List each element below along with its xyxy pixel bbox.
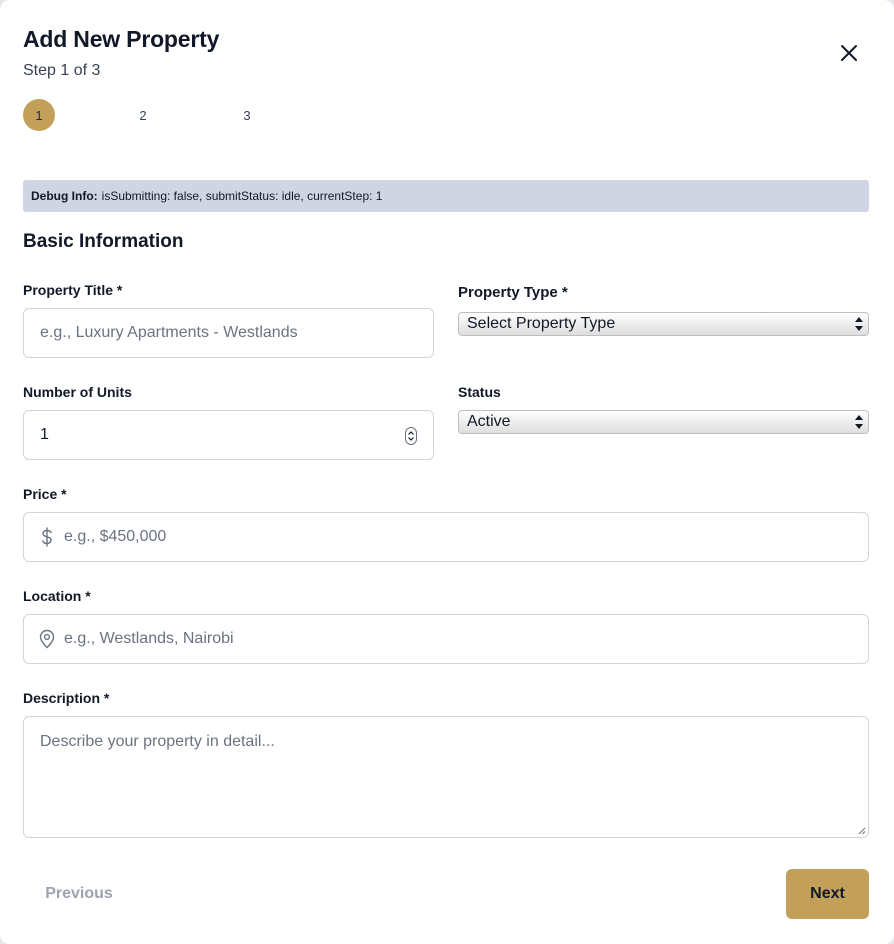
description-placeholder: Describe your property in detail... — [40, 733, 275, 750]
map-pin-icon — [39, 629, 55, 649]
close-button[interactable] — [834, 38, 864, 68]
step-1[interactable]: 1 — [23, 99, 55, 131]
add-property-modal: Add New Property Step 1 of 3 1 2 3 Debug… — [0, 0, 894, 944]
stepper-icon[interactable] — [405, 427, 417, 445]
resize-grip-icon[interactable] — [857, 826, 866, 835]
debug-label: Debug Info: — [31, 189, 98, 203]
units-label: Number of Units — [23, 384, 132, 400]
property-title-label: Property Title * — [23, 282, 123, 298]
property-type-label: Property Type * — [458, 284, 568, 301]
modal-title: Add New Property — [23, 26, 220, 52]
step-3[interactable]: 3 — [231, 99, 263, 131]
dollar-icon — [42, 527, 52, 547]
close-icon — [841, 45, 857, 61]
select-arrows-icon — [855, 415, 863, 429]
location-placeholder: e.g., Westlands, Nairobi — [64, 630, 234, 647]
debug-info-bar: Debug Info: isSubmitting: false, submitS… — [23, 180, 869, 212]
location-label: Location * — [23, 588, 91, 604]
units-value: 1 — [40, 426, 49, 443]
status-select[interactable]: Active — [458, 410, 869, 434]
status-label: Status — [458, 384, 501, 400]
select-arrows-icon — [855, 317, 863, 331]
description-textarea[interactable]: Describe your property in detail... — [23, 716, 869, 838]
previous-button[interactable]: Previous — [23, 870, 135, 918]
price-label: Price * — [23, 486, 67, 502]
section-title: Basic Information — [23, 231, 184, 252]
price-placeholder: e.g., $450,000 — [64, 528, 167, 545]
step-indicator-text: Step 1 of 3 — [23, 62, 101, 79]
step-2[interactable]: 2 — [127, 99, 159, 131]
property-type-value: Select Property Type — [467, 315, 616, 332]
price-input[interactable]: e.g., $450,000 — [23, 512, 869, 562]
debug-text: isSubmitting: false, submitStatus: idle,… — [101, 189, 383, 203]
property-type-select[interactable]: Select Property Type — [458, 312, 869, 336]
property-title-input[interactable]: e.g., Luxury Apartments - Westlands — [23, 308, 434, 358]
next-button[interactable]: Next — [786, 869, 869, 919]
units-input[interactable]: 1 — [23, 410, 434, 460]
property-title-placeholder: e.g., Luxury Apartments - Westlands — [40, 324, 298, 341]
description-label: Description * — [23, 690, 110, 706]
location-input[interactable]: e.g., Westlands, Nairobi — [23, 614, 869, 664]
status-value: Active — [467, 413, 511, 430]
